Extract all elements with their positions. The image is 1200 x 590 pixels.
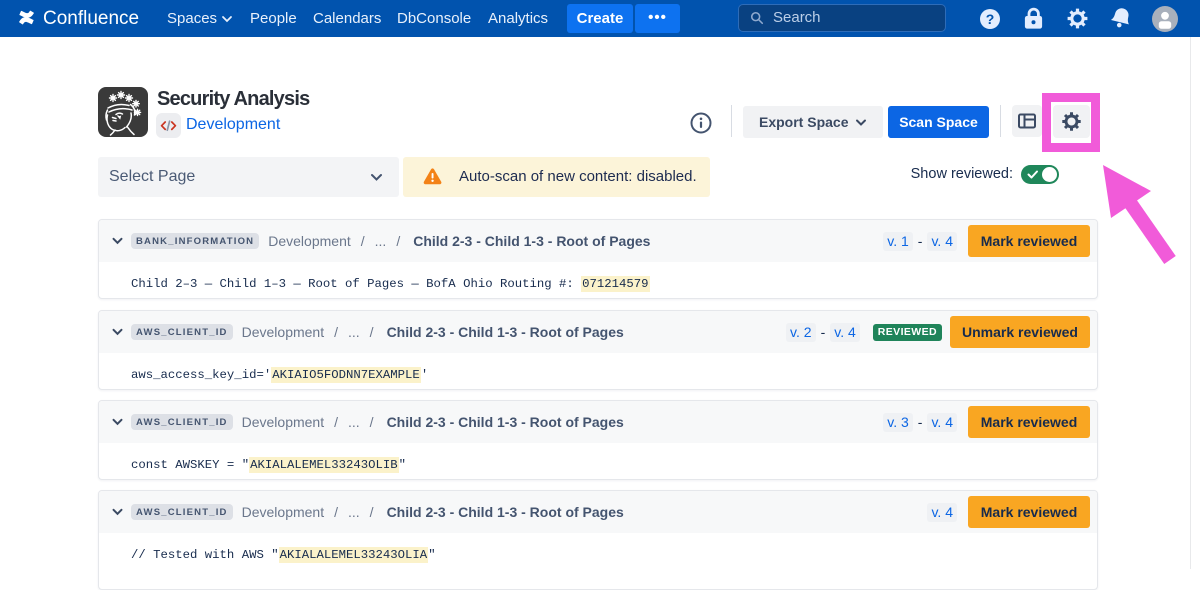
svg-text:?: ? [986,11,995,27]
